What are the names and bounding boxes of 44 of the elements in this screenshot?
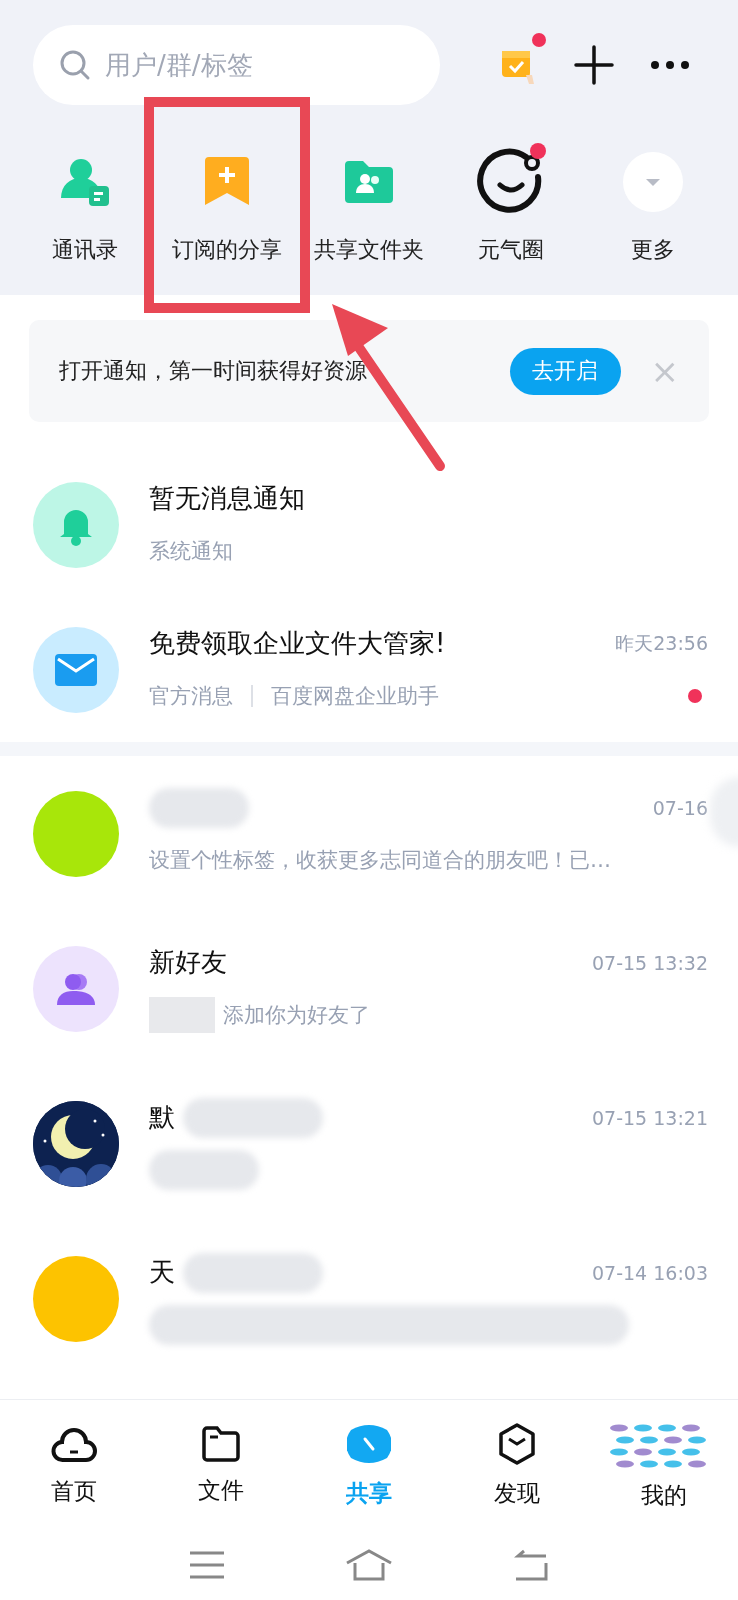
message-subtitle: 官方消息 bbox=[149, 682, 233, 710]
chat-title: 新好友 bbox=[149, 946, 227, 979]
people-icon bbox=[55, 972, 97, 1005]
shortcut-item[interactable]: 订阅的分享 bbox=[172, 147, 282, 265]
more-icon bbox=[650, 60, 690, 70]
message-title: 暂无消息通知 bbox=[149, 482, 305, 515]
nav-tab[interactable]: 发现 bbox=[442, 1420, 591, 1510]
chat-title: 默 bbox=[149, 1101, 175, 1134]
chat-time: 07-15 13:21 bbox=[592, 1106, 708, 1129]
chat-row[interactable]: 新好友 07-15 13:32 添加你为好友了 bbox=[0, 911, 738, 1066]
shortcut-item[interactable]: 更多 bbox=[618, 147, 688, 265]
shared-folder-icon bbox=[343, 159, 395, 205]
plus-icon bbox=[574, 45, 614, 85]
message-row[interactable]: 暂无消息通知 系统通知 bbox=[0, 452, 738, 597]
message-source: 百度网盘企业助手 bbox=[271, 682, 439, 710]
search-icon bbox=[59, 49, 91, 81]
message-row[interactable]: 免费领取企业文件大管家! 昨天23:56 官方消息 百度网盘企业助手 bbox=[0, 597, 738, 742]
chat-time: 07-14 16:03 bbox=[592, 1261, 708, 1284]
nav-tab[interactable]: 首页 bbox=[0, 1422, 148, 1508]
menu-icon[interactable] bbox=[190, 1551, 225, 1579]
caret-icon bbox=[622, 151, 684, 213]
back-icon[interactable] bbox=[513, 1549, 548, 1581]
message-time: 昨天23:56 bbox=[615, 630, 708, 656]
notice-text: 打开通知，第一时间获得好资源 bbox=[59, 357, 368, 385]
envelope-icon bbox=[55, 653, 97, 686]
shortcut-item[interactable]: 元气圈 bbox=[476, 147, 546, 265]
bookmark-plus-icon bbox=[203, 157, 251, 207]
folder-icon bbox=[201, 1424, 242, 1463]
chat-preview: 设置个性标签，收获更多志同道合的朋友吧！已… bbox=[149, 846, 611, 874]
message-title: 免费领取企业文件大管家! bbox=[149, 627, 446, 660]
search-field[interactable]: 用户/群/标签 bbox=[33, 25, 440, 105]
chat-title: 天 bbox=[149, 1256, 175, 1289]
chat-row[interactable]: 默 07-15 13:21 bbox=[0, 1066, 738, 1221]
message-subtitle: 系统通知 bbox=[149, 537, 233, 565]
chat-time: 07-15 13:32 bbox=[592, 951, 708, 974]
hexagon-icon bbox=[496, 1421, 537, 1466]
home-icon[interactable] bbox=[345, 1549, 393, 1581]
nav-tab[interactable]: 我的 bbox=[590, 1418, 738, 1512]
chat-preview: 添加你为好友了 bbox=[223, 1001, 370, 1029]
shortcut-item[interactable]: 共享文件夹 bbox=[314, 147, 424, 265]
nav-tab[interactable]: 文件 bbox=[147, 1423, 296, 1507]
shortcut-item[interactable]: 通讯录 bbox=[50, 147, 120, 265]
chat-row[interactable]: 天 07-14 16:03 bbox=[0, 1221, 738, 1376]
chat-time: 07-16 bbox=[652, 796, 708, 819]
